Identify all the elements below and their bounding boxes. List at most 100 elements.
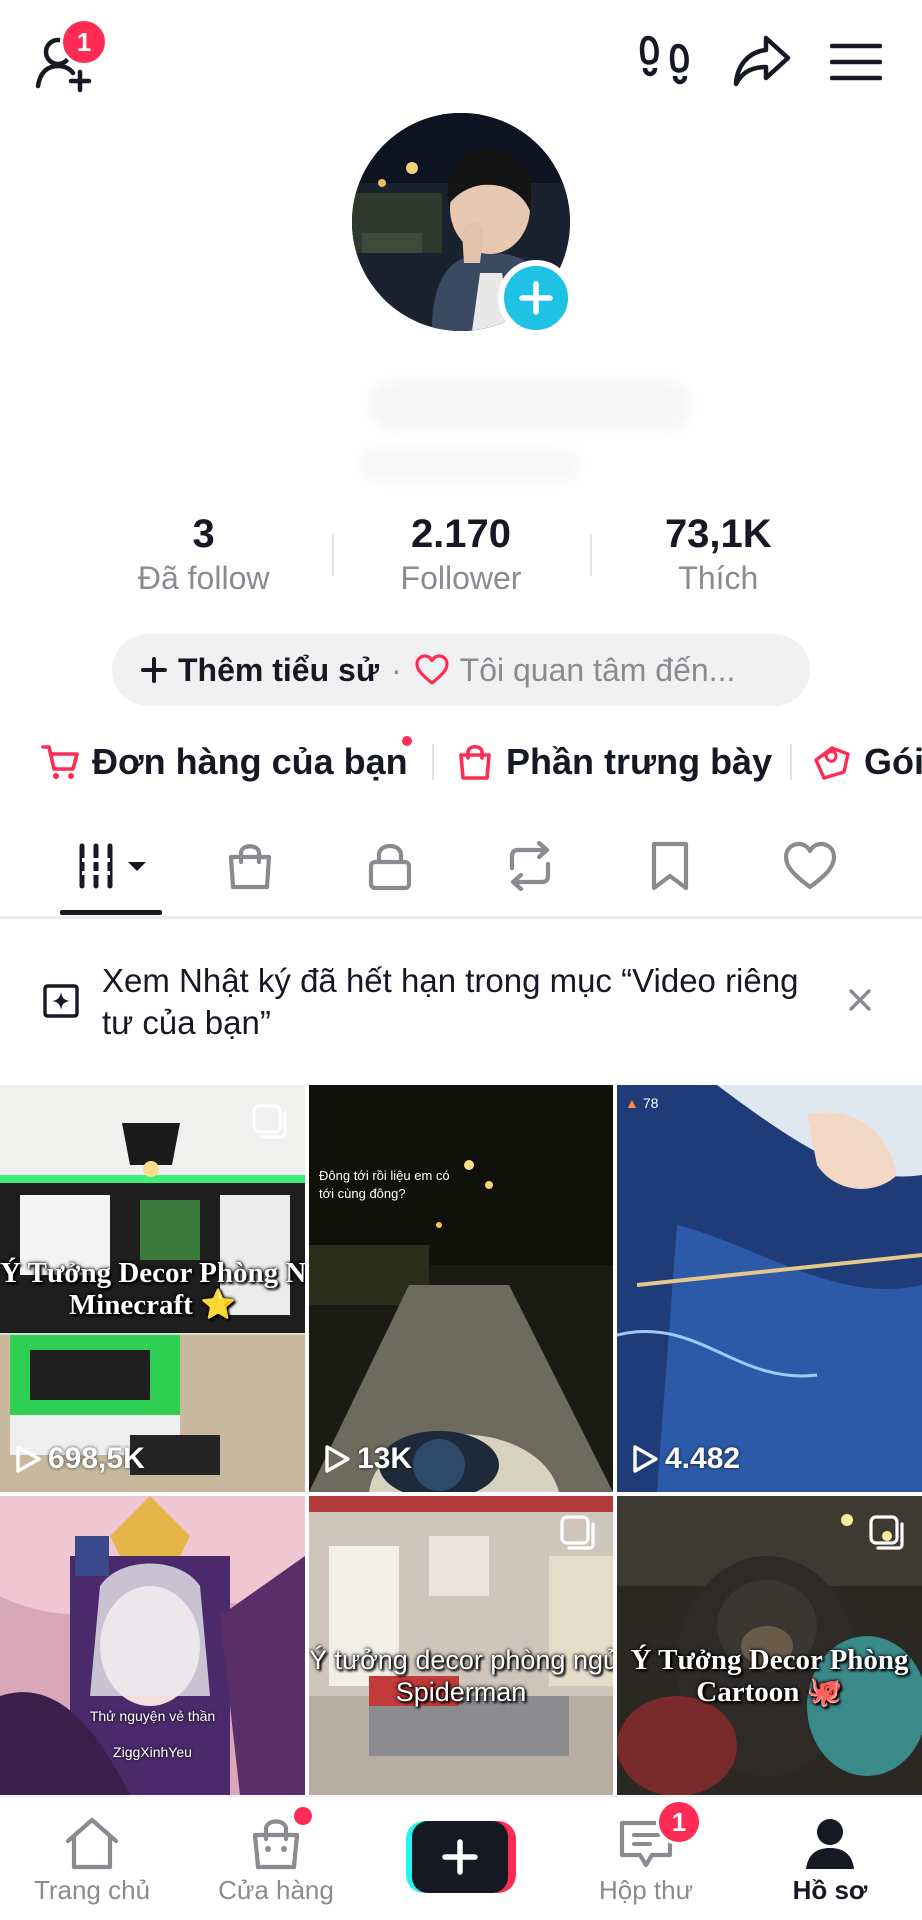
heart-outline-icon [415,654,449,685]
plus-icon [141,657,167,683]
view-count: 4.482 [631,1442,740,1476]
add-bio-button[interactable]: Thêm tiểu sử [178,652,379,689]
gift-icon [814,746,850,780]
flame-icon: ▲ [625,1095,639,1111]
add-friends-badge: 1 [60,18,108,66]
followers-count: 2.170 [410,512,512,556]
tab-shop[interactable] [180,820,320,912]
repost-icon [509,840,551,892]
video-title-line: Ý tưởng decor phòng ngủ [309,1645,613,1675]
shop-notification-dot [294,1807,312,1825]
video-tile[interactable]: Ý Tưởng Decor Phòng Cartoon 🐙 [617,1496,922,1795]
video-tile[interactable]: Ý Tưởng Decor Phòng Ngủ Minecraft ⭐ 698,… [0,1085,305,1492]
video-title-line: Thử nguyện vẻ thần [89,1708,216,1724]
nav-shop[interactable]: Cửa hàng [186,1797,366,1920]
following-stat[interactable]: 3 Đã follow [75,510,332,600]
cart-icon [41,745,79,779]
add-avatar-button[interactable] [498,260,574,336]
play-icon [16,1445,41,1473]
level-tag: ▲ 78 [625,1095,658,1111]
inbox-badge: 1 [656,1799,702,1845]
plus-icon [519,281,553,315]
tab-liked[interactable] [740,820,880,912]
bio-separator: · [390,651,402,688]
view-count-text: 698,5K [48,1442,145,1475]
expired-diary-notice[interactable]: Xem Nhật ký đã hết hạn trong mục “Video … [0,940,922,1064]
bio-pill: Thêm tiểu sử · Tôi quan tâm đến... [112,634,810,706]
profile-shortcuts: Đơn hàng của bạn Phần trưng bày Gói [0,730,922,794]
tab-reposts[interactable] [460,820,600,912]
close-icon [849,989,871,1011]
share-button[interactable] [726,26,798,98]
followers-stat[interactable]: 2.170 Follower [332,510,589,600]
nav-home-label: Trang chủ [33,1875,151,1905]
tab-private[interactable] [320,820,460,912]
plus-icon [442,1839,478,1875]
showcase-label: Phần trưng bày [506,741,773,782]
home-icon [65,1817,119,1870]
top-bar: 1 [0,0,922,120]
shortcut-divider [790,744,792,780]
video-title-line: Ý Tưởng Decor Phòng Ngủ [0,1257,305,1289]
nav-profile[interactable]: Hồ sơ [740,1797,920,1920]
following-label: Đã follow [137,560,270,596]
nav-inbox[interactable]: 1 Hộp thư [556,1797,736,1920]
likes-label: Thích [678,560,759,596]
nav-profile-label: Hồ sơ [792,1875,868,1905]
footprint-button[interactable] [630,26,702,98]
likes-stat[interactable]: 73,1K Thích [589,510,847,600]
view-count-text: 4.482 [665,1442,741,1475]
video-title-line: ZiggXinhYeu [113,1744,192,1760]
nav-home[interactable]: Trang chủ [2,1797,182,1920]
lock-icon [368,843,412,891]
video-grid: Ý Tưởng Decor Phòng Ngủ Minecraft ⭐ 698,… [0,1085,922,1795]
share-icon [733,35,791,87]
video-title-line: Minecraft ⭐ [68,1289,237,1321]
play-icon [325,1445,350,1473]
shortcut-divider [432,744,434,780]
view-count: 698,5K [14,1442,145,1476]
bookmark-icon [651,841,689,891]
video-title-line: Spiderman [395,1677,527,1707]
tab-videos[interactable] [44,820,184,912]
multi-photo-icon [560,1515,595,1550]
interests-button[interactable]: Tôi quan tâm đến... [460,652,736,689]
level-number: 78 [642,1095,659,1111]
followers-label: Follower [400,560,522,596]
grid-icon [79,843,146,889]
video-tile[interactable]: ▲ 78 4.482 [617,1085,922,1492]
nav-shop-label: Cửa hàng [218,1875,334,1905]
package-label: Gói [864,741,922,782]
video-thumbnail [309,1085,613,1492]
bottom-navigation: Trang chủ Cửa hàng 1 Hộp thư Hồ sơ [0,1796,922,1920]
add-friends-button[interactable]: 1 [28,18,108,98]
orders-notification-dot [402,736,412,746]
tab-favorites[interactable] [600,820,740,912]
footprints-icon [639,35,689,85]
orders-shortcut[interactable]: Đơn hàng của bạn [40,730,408,794]
orders-label: Đơn hàng của bạn [92,741,408,782]
close-notice-button[interactable] [840,980,880,1020]
sparkle-note-icon [43,984,79,1018]
video-tile[interactable]: Thử nguyện vẻ thần ZiggXinhYeu [0,1496,305,1795]
view-count-text: 13K [357,1442,413,1475]
play-icon [633,1445,658,1473]
blurred-handle [360,448,580,482]
shopping-bag-icon [459,744,491,780]
bag-icon [228,844,272,890]
video-tile[interactable]: Ý tưởng decor phòng ngủ Spiderman [309,1496,613,1795]
video-title-line: Cartoon 🐙 [696,1676,843,1708]
profile-stats: 3 Đã follow 2.170 Follower 73,1K Thích [75,510,847,600]
active-tab-indicator [60,910,162,915]
video-tile[interactable]: Đông tới rồi liệu em có tới cùng đông? 1… [309,1085,613,1492]
video-thumbnail [617,1085,922,1492]
showcase-shortcut[interactable]: Phần trưng bày [456,730,772,794]
menu-button[interactable] [820,26,892,98]
tabs-divider [0,916,922,919]
view-count: 13K [323,1442,412,1476]
create-button[interactable] [406,1821,516,1893]
package-shortcut[interactable]: Gói [810,730,922,794]
nav-inbox-label: Hộp thư [598,1875,693,1905]
blurred-username [370,380,690,430]
hamburger-menu-icon [830,43,882,81]
